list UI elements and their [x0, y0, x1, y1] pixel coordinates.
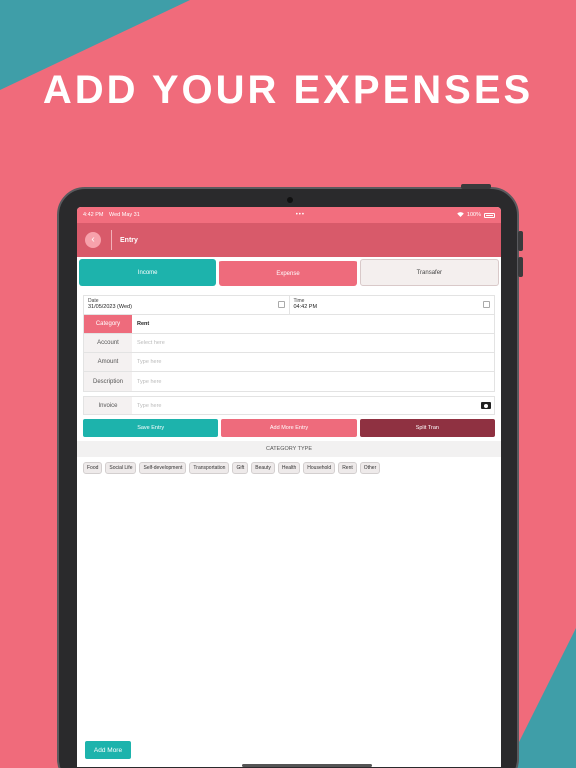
- category-row: Category Rent: [84, 315, 494, 334]
- multitask-dots[interactable]: •••: [296, 212, 305, 218]
- front-camera: [287, 197, 293, 203]
- back-button[interactable]: ‹: [85, 232, 101, 248]
- volume-up-button: [518, 231, 523, 251]
- invoice-field[interactable]: Type here: [132, 397, 494, 414]
- battery-percent: 100%: [466, 212, 481, 218]
- category-chip[interactable]: Gift: [232, 462, 249, 474]
- category-chip[interactable]: Health: [277, 462, 301, 474]
- power-button: [461, 184, 491, 189]
- promo-headline: ADD YOUR EXPENSES: [42, 68, 534, 112]
- app-header: ‹ Entry: [77, 223, 501, 257]
- amount-row: Amount Type here: [84, 353, 494, 372]
- add-more-button[interactable]: Add More: [85, 741, 131, 759]
- home-indicator[interactable]: [242, 764, 372, 767]
- category-chip[interactable]: Self-development: [139, 462, 187, 474]
- date-field[interactable]: Date 31/05/2023 (Wed): [84, 296, 289, 314]
- status-bar: 4:42 PM Wed May 31 ••• 100%: [77, 207, 501, 223]
- category-chip[interactable]: Beauty: [251, 462, 275, 474]
- description-label: Description: [84, 372, 132, 391]
- edit-time-icon[interactable]: [483, 301, 490, 308]
- edit-date-icon[interactable]: [277, 301, 285, 308]
- time-value: 04:42 PM: [293, 304, 318, 310]
- save-entry-button[interactable]: Save Entry: [83, 419, 219, 437]
- split-tran-button[interactable]: Split Tran: [359, 419, 495, 437]
- category-label: Category: [84, 315, 132, 333]
- category-type-header: CATEGORY TYPE: [77, 441, 501, 457]
- volume-down-button: [518, 257, 523, 277]
- tab-income[interactable]: Income: [79, 259, 217, 286]
- app-screen: 4:42 PM Wed May 31 ••• 100% ‹ Entry Inco…: [77, 207, 501, 767]
- time-field[interactable]: Time 04:42 PM: [288, 296, 495, 314]
- category-chip[interactable]: Household: [303, 462, 336, 474]
- status-time: 4:42 PM: [83, 212, 104, 218]
- invoice-label: Invoice: [84, 397, 132, 414]
- account-field[interactable]: Select here: [132, 334, 494, 352]
- account-label: Account: [84, 334, 132, 352]
- page-title: Entry: [120, 236, 138, 244]
- battery-icon: [484, 212, 495, 218]
- entry-type-tabs: Income Expense Transafer: [77, 257, 501, 286]
- category-chips: Food Social Life Self-development Transp…: [77, 457, 501, 479]
- entry-form: Date 31/05/2023 (Wed) Time 04:42 PM Cate…: [83, 295, 495, 392]
- add-more-entry-button[interactable]: Add More Entry: [221, 419, 357, 437]
- category-chip[interactable]: Transportation: [189, 462, 230, 474]
- category-field[interactable]: Rent: [132, 315, 494, 333]
- invoice-row: Invoice Type here: [83, 396, 495, 415]
- header-divider: [111, 230, 112, 250]
- action-buttons: Save Entry Add More Entry Split Tran: [83, 419, 495, 437]
- status-date: Wed May 31: [109, 212, 140, 218]
- category-chip[interactable]: Rent: [338, 462, 357, 474]
- wifi-icon: [457, 211, 464, 219]
- account-row: Account Select here: [84, 334, 494, 353]
- tablet-frame: 4:42 PM Wed May 31 ••• 100% ‹ Entry Inco…: [57, 184, 523, 768]
- date-value: 31/05/2023 (Wed): [88, 304, 132, 310]
- category-chip[interactable]: Food: [83, 462, 103, 474]
- category-chip[interactable]: Social Life: [105, 462, 137, 474]
- amount-label: Amount: [84, 353, 132, 371]
- chevron-left-icon: ‹: [91, 234, 95, 245]
- category-chip[interactable]: Other: [359, 462, 381, 474]
- tab-transfer[interactable]: Transafer: [359, 259, 499, 286]
- date-time-row: Date 31/05/2023 (Wed) Time 04:42 PM: [84, 296, 494, 315]
- amount-field[interactable]: Type here: [132, 353, 494, 371]
- description-row: Description Type here: [84, 372, 494, 391]
- description-field[interactable]: Type here: [132, 372, 494, 391]
- camera-icon[interactable]: [481, 402, 491, 409]
- tab-expense[interactable]: Expense: [219, 259, 357, 286]
